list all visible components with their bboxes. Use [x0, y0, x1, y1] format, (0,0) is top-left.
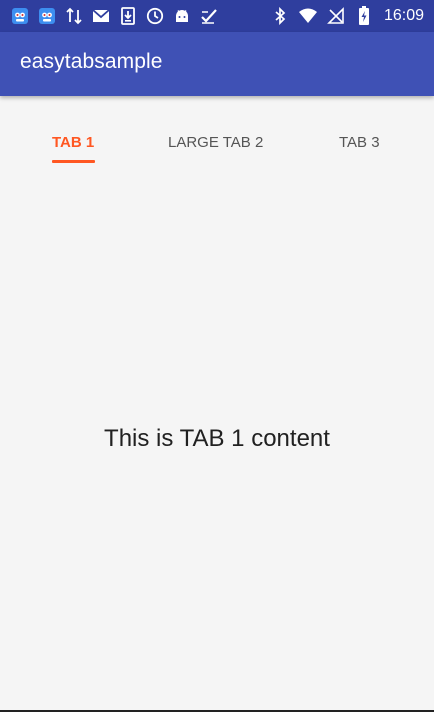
tab-2[interactable]: LARGE TAB 2 — [145, 96, 295, 192]
clock-icon — [145, 6, 165, 26]
tab-label: TAB 3 — [339, 134, 380, 151]
bluetooth-icon — [270, 6, 290, 26]
gmail-icon — [91, 6, 111, 26]
battery-charging-icon — [354, 6, 374, 26]
notification-icons — [10, 0, 219, 32]
android-icon — [172, 6, 192, 26]
tab-label: LARGE TAB 2 — [168, 134, 264, 151]
tab-label: TAB 1 — [52, 134, 95, 151]
system-icons: 16:09 — [270, 0, 424, 32]
tab-3[interactable]: TAB 3 — [295, 96, 434, 192]
app-bar: easytabsample — [0, 32, 434, 96]
download-icon — [118, 6, 138, 26]
wifi-icon — [298, 6, 318, 26]
tab-1[interactable]: TAB 1 — [0, 96, 145, 192]
tab-selected-indicator — [52, 160, 95, 163]
status-bar: 16:09 — [0, 0, 434, 32]
no-signal-icon — [326, 6, 346, 26]
app-notification-icon — [10, 6, 30, 26]
tab-content-text: This is TAB 1 content — [104, 425, 330, 452]
app-title: easytabsample — [20, 50, 163, 73]
app-notification-icon — [37, 6, 57, 26]
data-transfer-icon — [64, 6, 84, 26]
check-app-icon — [199, 6, 219, 26]
tab-bar: TAB 1 LARGE TAB 2 TAB 3 — [0, 96, 434, 192]
tab-content: This is TAB 1 content — [0, 192, 434, 710]
status-time: 16:09 — [383, 7, 424, 24]
